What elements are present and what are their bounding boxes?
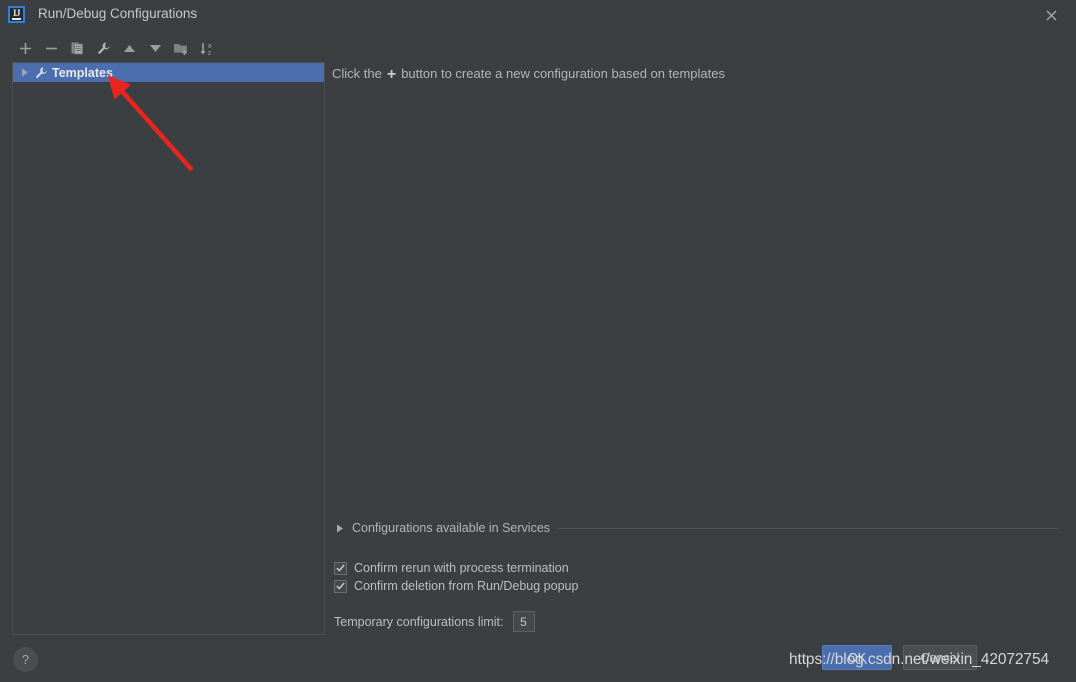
plus-icon xyxy=(19,42,31,54)
svg-text:a: a xyxy=(208,43,212,49)
move-up-button[interactable] xyxy=(116,36,142,60)
checkmark-glyph xyxy=(336,582,345,590)
titlebar: IJ Run/Debug Configurations xyxy=(0,0,1076,29)
wrench-glyph xyxy=(35,66,47,78)
triangle-right-icon xyxy=(337,524,343,532)
page-title: Run/Debug Configurations xyxy=(38,6,198,21)
plus-icon: + xyxy=(386,66,397,83)
checkbox-checked-icon[interactable] xyxy=(334,561,347,575)
checkbox-checked-icon[interactable] xyxy=(334,579,347,593)
temporary-configurations-limit-row: Temporary configurations limit: 5 xyxy=(334,611,535,632)
intellij-idea-logo-icon: IJ xyxy=(8,6,25,23)
copy-icon xyxy=(71,42,83,54)
move-down-button[interactable] xyxy=(142,36,168,60)
triangle-right-glyph xyxy=(22,68,28,77)
new-folder-button[interactable] xyxy=(168,36,194,60)
confirm-deletion-checkbox-row[interactable]: Confirm deletion from Run/Debug popup xyxy=(334,579,578,593)
temporary-limit-input[interactable]: 5 xyxy=(512,611,535,632)
sort-alpha-icon: a z xyxy=(200,42,212,56)
sidebar-item-label: Templates xyxy=(52,65,113,80)
temporary-limit-label: Temporary configurations limit: xyxy=(334,614,504,629)
arrow-down-icon xyxy=(149,44,161,52)
wrench-icon xyxy=(97,41,110,54)
copy-configuration-button[interactable] xyxy=(64,36,90,60)
triangle-right-icon[interactable] xyxy=(18,63,32,82)
configurations-in-services-section[interactable]: Configurations available in Services xyxy=(336,520,1058,536)
folder-add-icon xyxy=(174,43,187,55)
minus-icon xyxy=(45,47,57,49)
confirm-rerun-checkbox-row[interactable]: Confirm rerun with process termination xyxy=(334,561,569,575)
wrench-icon xyxy=(32,66,50,80)
close-glyph xyxy=(1046,10,1056,20)
remove-configuration-button[interactable] xyxy=(38,36,64,60)
logo-text: IJ xyxy=(12,8,21,18)
sidebar-item-templates[interactable]: Templates xyxy=(13,63,324,82)
edit-templates-button[interactable] xyxy=(90,36,116,60)
configurations-toolbar: a z xyxy=(12,36,220,60)
help-button[interactable]: ? xyxy=(13,647,38,672)
svg-text:z: z xyxy=(208,50,211,56)
close-icon[interactable] xyxy=(1036,4,1066,26)
section-divider xyxy=(558,527,1058,529)
checkbox-label: Confirm rerun with process termination xyxy=(354,561,569,575)
empty-state-hint: Click the + button to create a new confi… xyxy=(332,66,725,83)
configurations-tree-panel: Templates xyxy=(12,62,325,635)
services-section-label: Configurations available in Services xyxy=(352,521,551,535)
add-configuration-button[interactable] xyxy=(12,36,38,60)
hint-suffix: button to create a new configuration bas… xyxy=(401,66,725,81)
arrow-up-icon xyxy=(123,44,135,52)
hint-prefix: Click the xyxy=(332,66,382,81)
checkmark-glyph xyxy=(336,564,345,572)
watermark-text: https://blog.csdn.net/weixin_42072754 xyxy=(789,651,1049,668)
run-debug-configurations-dialog: IJ Run/Debug Configurations a z Template… xyxy=(0,0,1076,682)
checkbox-label: Confirm deletion from Run/Debug popup xyxy=(354,579,579,593)
sort-configurations-button[interactable]: a z xyxy=(194,36,220,60)
logo-underbar xyxy=(12,18,21,20)
